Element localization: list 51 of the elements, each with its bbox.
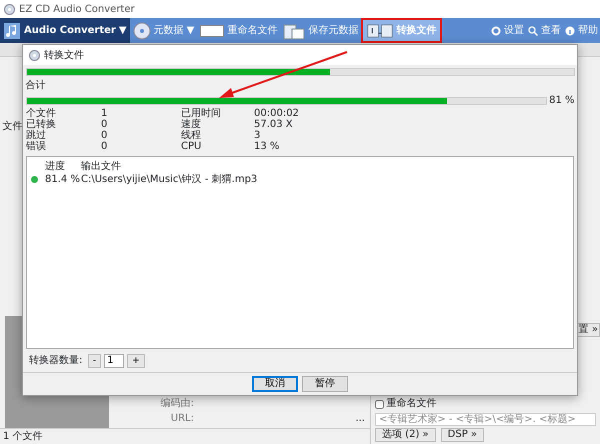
column-header: 进度: [45, 160, 66, 172]
table-cell: 81.4 %: [45, 172, 81, 186]
help-icon: [565, 26, 575, 36]
total-label: 合计: [26, 80, 46, 91]
column-header: 输出文件: [81, 160, 122, 172]
section-label: 文件: [2, 120, 22, 134]
search-icon: [528, 26, 538, 36]
dialog-button[interactable]: 暂停: [302, 376, 348, 392]
stat-label: 个文件: [26, 108, 57, 119]
count-field[interactable]: 1: [104, 354, 124, 368]
progress-percent: 81 %: [549, 94, 574, 108]
dropdown-button[interactable]: DSP »: [440, 428, 484, 442]
settings-button[interactable]: 置 »: [576, 323, 600, 337]
stat-value: 0: [101, 119, 108, 130]
table-cell-text: C:\Users\yijie\Music\钟汉 - 刺猬.mp3: [81, 172, 258, 186]
stat-label: 已用时间: [181, 108, 222, 119]
stat-value: 00:00:02: [254, 108, 300, 119]
stat-value: 3: [254, 130, 262, 141]
field-label: 编码由:: [160, 396, 194, 410]
decrement-button[interactable]: -: [88, 354, 102, 368]
stat-value: 1: [101, 108, 108, 119]
stat-label: CPU: [181, 141, 202, 152]
field-label: URL:: [170, 412, 194, 426]
stat-label: 速度: [181, 119, 202, 130]
dialog-disc-icon: [29, 50, 40, 60]
disc-icon: [132, 22, 151, 40]
document-icon: [283, 22, 306, 40]
app-disc-icon: [4, 4, 15, 14]
dialog-button[interactable]: 取消: [252, 376, 298, 392]
stat-value: 0: [101, 130, 108, 141]
settings-icon: [491, 26, 501, 36]
dialog-title: 转换文件: [44, 48, 85, 62]
music-note-icon: [3, 22, 21, 40]
stat-value: 0: [101, 141, 108, 152]
increment-button[interactable]: +: [127, 354, 145, 368]
field-label: 转换器数量:: [29, 354, 82, 368]
rename-field-icon: [200, 24, 224, 36]
dropdown-button[interactable]: 选项 (2) »: [375, 428, 436, 442]
window-title: EZ CD Audio Converter: [19, 2, 136, 16]
stat-label: 已转换: [26, 119, 57, 130]
toolbar-button[interactable]: Audio Converter ▼: [0, 18, 130, 43]
stat-label: 线程: [181, 130, 202, 141]
checkbox-label: 重命名文件: [386, 398, 436, 410]
stat-label: 错误: [26, 141, 47, 152]
stat-value: 13 %: [254, 141, 280, 152]
template-field[interactable]: <专辑艺术家> - <专辑>\<编号>. <标题>: [375, 412, 596, 426]
checkbox[interactable]: [375, 400, 384, 408]
field-value: ...: [355, 412, 366, 426]
status-text: 1 个文件: [3, 430, 43, 444]
stat-value: 57.03 X: [254, 119, 294, 130]
stat-label: 跳过: [26, 130, 47, 141]
